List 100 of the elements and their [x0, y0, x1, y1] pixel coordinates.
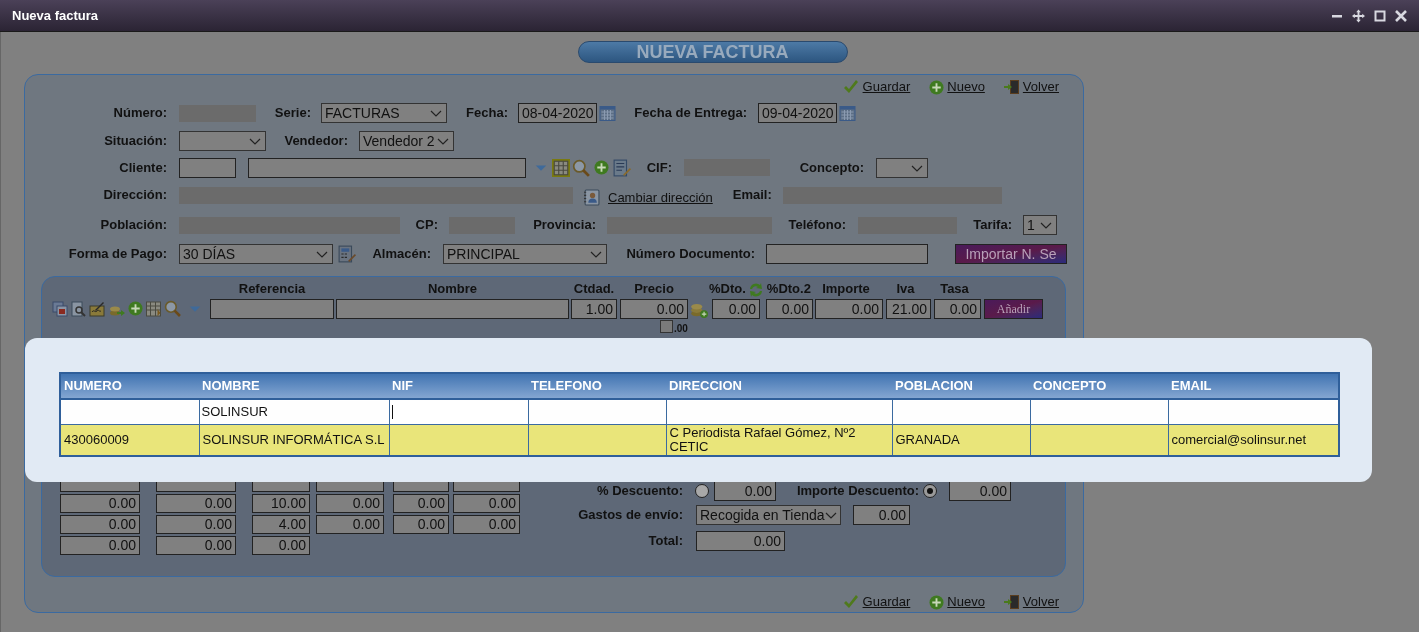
select-field[interactable]: 1	[1023, 215, 1057, 235]
copy-icon[interactable]	[52, 300, 68, 317]
search-icon[interactable]	[164, 300, 181, 317]
input-field[interactable]	[179, 157, 236, 178]
input-field[interactable]: 0.00	[712, 298, 760, 319]
input-field[interactable]: 0.00	[393, 515, 449, 534]
column-header: Ctdad.	[573, 279, 615, 298]
input-field[interactable]: 0.00	[393, 494, 449, 513]
save-link[interactable]: Guardar	[841, 592, 911, 612]
add-icon	[929, 79, 945, 95]
chevron-icon	[437, 136, 449, 146]
input-field[interactable]: 4.00	[252, 515, 310, 534]
input-field[interactable]: 0.00	[60, 494, 140, 513]
input-field[interactable]: 21.00	[886, 298, 931, 319]
table-icon[interactable]	[552, 158, 570, 177]
back-link[interactable]: Volver	[1003, 592, 1059, 612]
field-label: CP:	[415, 216, 438, 235]
input-field[interactable]: 0.00	[60, 515, 140, 534]
field-label: Serie:	[274, 104, 311, 123]
input-field[interactable]: 0.00	[453, 515, 520, 534]
field-label: Tarifa:	[973, 216, 1012, 235]
column-header: Referencia	[238, 279, 306, 298]
input-field[interactable]: 09-04-2020	[758, 103, 837, 123]
input-field[interactable]: 0.00	[714, 481, 776, 501]
input-field[interactable]: 0.00	[156, 494, 236, 513]
chevron-icon	[316, 249, 328, 259]
input-field[interactable]: 0.00	[316, 494, 384, 513]
field-label: Vendedor:	[284, 132, 348, 151]
select-field[interactable]: FACTURAS	[321, 103, 447, 123]
input-field[interactable]: 10.00	[252, 494, 310, 513]
field-label: Población:	[100, 216, 167, 235]
chevron-icon	[824, 510, 837, 520]
add-icon[interactable]	[594, 160, 609, 175]
select-field[interactable]: Vendedor 2	[359, 131, 454, 151]
table-cell: SOLINSUR INFORMÁTICA S.L	[202, 431, 385, 447]
field-label: Teléfono:	[788, 216, 846, 235]
checkbox-label: .00	[674, 321, 688, 336]
move-icon[interactable]	[1352, 8, 1365, 23]
door-icon	[1003, 79, 1020, 95]
new-link[interactable]: Nuevo	[929, 77, 985, 97]
chevron-icon	[430, 108, 442, 118]
button[interactable]: Añadir	[984, 298, 1043, 319]
button[interactable]: Importar N. Se	[955, 244, 1067, 264]
select-field[interactable]: Recogida en Tienda	[696, 505, 841, 525]
close-icon[interactable]	[1395, 8, 1407, 23]
window-title: Nueva factura	[12, 6, 98, 25]
select-field[interactable]	[179, 131, 266, 151]
radio-button[interactable]	[923, 484, 937, 498]
input-field[interactable]: 0.00	[620, 298, 688, 319]
column-header: %Dto.	[709, 279, 746, 298]
calendar-icon[interactable]	[599, 105, 616, 121]
field-label: Total:	[648, 532, 683, 551]
input-field[interactable]: 0.00	[766, 298, 813, 319]
maximize-icon[interactable]	[1374, 8, 1386, 23]
input-field[interactable]: 0.00	[934, 298, 981, 319]
input-field[interactable]: 08-04-2020	[518, 103, 597, 123]
document-search-icon[interactable]	[70, 300, 86, 317]
input-field[interactable]: 0.00	[156, 515, 236, 534]
input-field[interactable]: 1.00	[571, 298, 617, 319]
input-field[interactable]: 0.00	[316, 515, 384, 534]
calendar-icon[interactable]	[839, 105, 856, 121]
input-field[interactable]	[248, 157, 526, 178]
input-field[interactable]	[336, 298, 569, 319]
table-cell: 430060009	[64, 431, 130, 447]
chevron-icon	[590, 249, 602, 259]
field-label: Provincia:	[533, 216, 596, 235]
input-field[interactable]: 0.00	[252, 536, 310, 555]
column-header: Nombre	[427, 279, 478, 298]
input-field[interactable]	[210, 298, 334, 319]
input-field[interactable]: 0.00	[60, 536, 140, 555]
input-field[interactable]: 0.00	[696, 531, 785, 551]
back-link[interactable]: Volver	[1003, 77, 1059, 97]
search-icon[interactable]	[572, 158, 590, 177]
calculator-icon[interactable]	[338, 245, 356, 263]
page-heading: NUEVA FACTURA	[577, 41, 848, 63]
column-header: Precio	[634, 279, 674, 298]
contact-icon[interactable]	[583, 188, 600, 206]
new-link[interactable]: Nuevo	[929, 592, 985, 612]
input-field[interactable]: 0.00	[853, 505, 910, 525]
table-icon[interactable]	[145, 300, 162, 317]
add-icon[interactable]	[128, 301, 143, 316]
select-field[interactable]: 30 DÍAS	[179, 244, 333, 264]
save-link[interactable]: Guardar	[841, 77, 911, 97]
checkbox[interactable]	[660, 319, 673, 333]
field-label: Concepto:	[799, 158, 864, 177]
select-field[interactable]: PRINCIPAL	[443, 244, 607, 264]
select-field[interactable]	[876, 157, 928, 178]
signature-icon[interactable]	[88, 300, 106, 317]
input-field[interactable]: 0.00	[156, 536, 236, 555]
input-field[interactable]: 0.00	[453, 494, 520, 513]
field-label: Fecha de Entrega:	[634, 104, 747, 123]
result-row[interactable]: 430060009 SOLINSUR INFORMÁTICA S.L C Periodista Rafael Gómez, Nº2 CETIC GRANADA comercial@solinsur.net	[60, 424, 1339, 456]
add-icon	[929, 594, 945, 610]
chevron-icon	[1040, 220, 1052, 230]
change-address-link[interactable]: Cambiar dirección	[608, 188, 713, 208]
input-field[interactable]: 0.00	[949, 481, 1011, 501]
edit-icon[interactable]	[613, 158, 631, 177]
radio-button[interactable]	[695, 484, 709, 498]
input-field[interactable]: 0.00	[815, 298, 883, 319]
input-field[interactable]	[766, 244, 928, 264]
